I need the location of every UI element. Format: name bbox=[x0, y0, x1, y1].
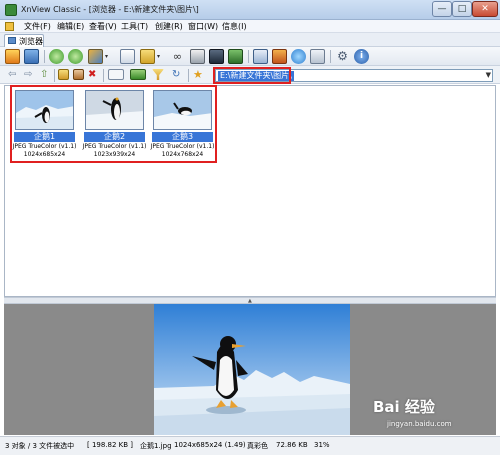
menu-window[interactable]: 窗口(W) bbox=[188, 21, 218, 32]
status-zoom: 31% bbox=[314, 441, 330, 449]
grid-icon[interactable] bbox=[310, 49, 325, 64]
web-icon[interactable] bbox=[272, 49, 287, 64]
thumbnails-annotation-box bbox=[10, 85, 217, 163]
open-icon[interactable] bbox=[140, 49, 155, 64]
system-menu-icon[interactable] bbox=[5, 22, 14, 31]
dropdown-arrow-icon[interactable]: ▾ bbox=[105, 49, 111, 64]
path-annotation-box bbox=[213, 67, 291, 84]
menu-file[interactable]: 文件(F) bbox=[24, 21, 51, 32]
status-color: 真彩色 bbox=[247, 442, 268, 450]
chevron-down-icon[interactable]: ▼ bbox=[486, 71, 491, 79]
tab-bar: 浏览器 bbox=[0, 33, 500, 47]
menu-tools[interactable]: 工具(T) bbox=[121, 21, 148, 32]
fullscreen-icon[interactable] bbox=[24, 49, 39, 64]
status-objects: 3 对象 / 3 文件被选中 bbox=[5, 442, 75, 450]
refresh-icon[interactable]: ↻ bbox=[172, 69, 183, 80]
refresh-green-icon[interactable] bbox=[49, 49, 64, 64]
capture-icon[interactable] bbox=[253, 49, 268, 64]
menu-info[interactable]: 信息(I) bbox=[222, 21, 247, 32]
dropdown-arrow-icon[interactable]: ▾ bbox=[157, 49, 163, 64]
close-button[interactable]: ✕ bbox=[472, 1, 498, 17]
forward-icon[interactable]: ⇨ bbox=[24, 69, 35, 80]
baidu-watermark: Bai 经验 jingyan.baidu.com bbox=[373, 392, 498, 436]
filter-icon[interactable] bbox=[152, 69, 164, 80]
settings-icon[interactable]: ⚙ bbox=[335, 49, 350, 64]
copy-icon[interactable] bbox=[120, 49, 135, 64]
minimize-button[interactable]: — bbox=[432, 1, 452, 17]
status-dimensions: 1024x685x24 (1.49) bbox=[174, 441, 246, 449]
convert-icon[interactable] bbox=[88, 49, 103, 64]
slideshow-icon[interactable] bbox=[228, 49, 243, 64]
status-bar: 3 对象 / 3 文件被选中 [ 198.82 KB ] 企鹅1.jpg 102… bbox=[0, 436, 500, 455]
maximize-button[interactable]: □ bbox=[452, 1, 472, 17]
new-folder-icon[interactable] bbox=[58, 69, 69, 80]
toolbar-separator bbox=[248, 50, 249, 63]
watermark-url: jingyan.baidu.com bbox=[387, 420, 452, 428]
main-toolbar: ▾ ▾ ∞ ⚙ i bbox=[0, 47, 500, 66]
status-file-size: 72.86 KB bbox=[276, 441, 308, 449]
menu-create[interactable]: 创建(R) bbox=[155, 21, 183, 32]
find-icon[interactable]: ∞ bbox=[170, 49, 185, 64]
edit-icon[interactable] bbox=[73, 69, 84, 80]
menu-view[interactable]: 查看(V) bbox=[89, 21, 117, 32]
browser-icon[interactable] bbox=[5, 49, 20, 64]
toolbar-separator bbox=[188, 69, 189, 82]
window-title: XnView Classic - [浏览器 - E:\新建文件夹\图片\] bbox=[21, 5, 199, 14]
watermark-text: Bai 经验 bbox=[373, 398, 435, 416]
scanner-icon[interactable] bbox=[209, 49, 224, 64]
toolbar-separator bbox=[330, 50, 331, 63]
pane-splitter[interactable]: ▲ bbox=[4, 297, 496, 304]
toolbar-separator bbox=[54, 69, 55, 82]
view-mode-icon[interactable] bbox=[108, 69, 124, 80]
sort-icon[interactable] bbox=[130, 69, 146, 80]
toolbar-separator bbox=[44, 50, 45, 63]
xnview-app-icon bbox=[5, 4, 17, 16]
menu-edit[interactable]: 编辑(E) bbox=[57, 21, 84, 32]
favorites-icon[interactable]: ★ bbox=[193, 69, 204, 80]
tab-browser[interactable]: 浏览器 bbox=[4, 34, 44, 47]
back-icon[interactable]: ⇦ bbox=[8, 69, 19, 80]
refresh-green-icon[interactable] bbox=[68, 49, 83, 64]
status-total-size: [ 198.82 KB ] bbox=[87, 441, 134, 449]
up-icon[interactable]: ⇧ bbox=[40, 69, 51, 80]
delete-icon[interactable]: ✖ bbox=[88, 69, 99, 80]
status-filename: 企鹅1.jpg bbox=[140, 442, 172, 450]
export-icon[interactable] bbox=[291, 49, 306, 64]
info-icon[interactable]: i bbox=[354, 49, 369, 64]
menu-bar: 文件(F) 编辑(E) 查看(V) 工具(T) 创建(R) 窗口(W) 信息(I… bbox=[0, 20, 500, 33]
toolbar-separator bbox=[103, 69, 104, 82]
tab-browser-label: 浏览器 bbox=[19, 37, 43, 46]
penguin-preview-image bbox=[154, 304, 350, 435]
print-icon[interactable] bbox=[190, 49, 205, 64]
title-bar: XnView Classic - [浏览器 - E:\新建文件夹\图片\] — … bbox=[0, 0, 500, 20]
browser-tab-icon bbox=[8, 37, 16, 44]
